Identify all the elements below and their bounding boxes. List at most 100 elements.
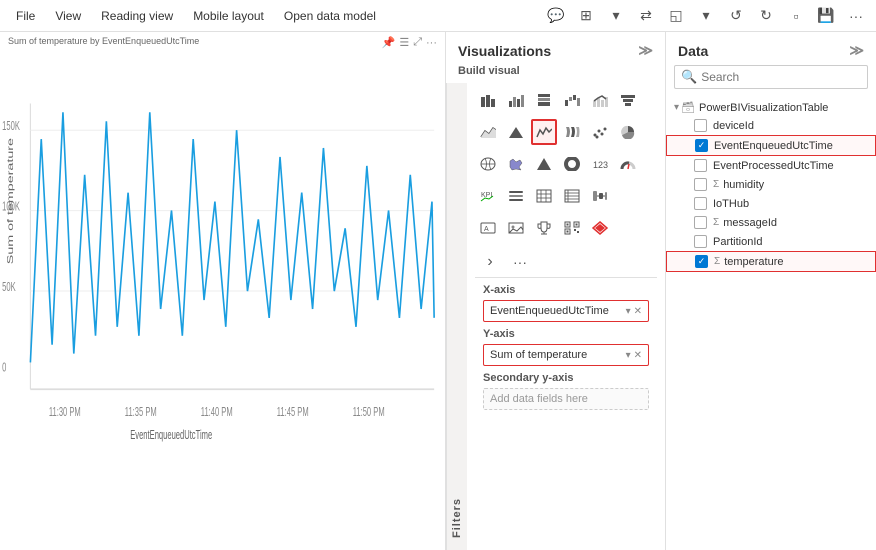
more-chart-icon[interactable]: ··· [426, 37, 437, 49]
secondary-yaxis-placeholder[interactable]: Add data fields here [483, 388, 649, 410]
stacked-col-icon[interactable] [531, 87, 557, 113]
yaxis-field-value: Sum of temperature [490, 349, 626, 361]
viz-panel: Visualizations ≫ Build visual Filters [446, 32, 666, 550]
data-search-box[interactable]: 🔍 [674, 65, 868, 89]
field-PartitionId[interactable]: PartitionId [666, 232, 876, 251]
svg-text:11:50 PM: 11:50 PM [353, 406, 385, 419]
field-EventEnqueuedUtcTime-checkbox[interactable]: ✓ [695, 139, 708, 152]
line-chart-icon[interactable] [531, 119, 557, 145]
scatter-icon[interactable] [587, 119, 613, 145]
field-EventEnqueuedUtcTime[interactable]: ✓ EventEnqueuedUtcTime [666, 135, 876, 156]
field-messageId[interactable]: Σ messageId [666, 213, 876, 232]
undo-icon[interactable]: ↺ [724, 4, 748, 28]
chevron-icon[interactable]: ▾ [604, 4, 628, 28]
viz-subtitle: Build visual [446, 63, 665, 83]
chart-area: Sum of temperature by EventEnqueuedUtcTi… [0, 32, 446, 550]
field-deviceId[interactable]: deviceId [666, 116, 876, 135]
funnel-icon[interactable] [615, 87, 641, 113]
flow-icon[interactable] [587, 183, 613, 209]
textbox-icon[interactable]: A [475, 215, 501, 241]
field-PartitionId-label: PartitionId [713, 236, 763, 248]
area-chart-icon[interactable] [475, 119, 501, 145]
grid-icon[interactable]: ⊞ [574, 4, 598, 28]
donut-icon[interactable] [559, 151, 585, 177]
viz-content: 123 KPI [467, 83, 665, 550]
square-icon[interactable]: ▫ [784, 4, 808, 28]
ribbon-icon[interactable] [559, 119, 585, 145]
comment-icon[interactable]: 💬 [544, 4, 568, 28]
diamond-icon[interactable] [587, 215, 613, 241]
icon-grid-row1 [475, 87, 657, 113]
viz-title: Visualizations [458, 43, 551, 59]
mountain-icon[interactable] [503, 119, 529, 145]
table-icon[interactable] [531, 183, 557, 209]
matrix-icon[interactable] [559, 183, 585, 209]
ellipsis-icon[interactable]: ··· [507, 249, 533, 275]
map-icon[interactable] [475, 151, 501, 177]
filter-icon[interactable]: ☰ [399, 36, 409, 49]
svg-text:100K: 100K [2, 201, 20, 214]
waterfall-icon[interactable] [559, 87, 585, 113]
viz-inner: Filters [446, 83, 665, 550]
field-EventProcessedUtcTime-checkbox[interactable] [694, 159, 707, 172]
123-icon[interactable]: 123 [587, 151, 613, 177]
field-temperature[interactable]: ✓ Σ temperature [666, 251, 876, 272]
yaxis-field-box[interactable]: Sum of temperature ▾ ✕ [483, 344, 649, 366]
field-IoTHub[interactable]: IoTHub [666, 194, 876, 213]
expand-chart-icon[interactable]: ⤢ [413, 36, 422, 49]
save-icon[interactable]: 💾 [814, 4, 838, 28]
field-humidity-checkbox[interactable] [694, 178, 707, 191]
arrow-icon[interactable] [531, 151, 557, 177]
xaxis-field-box[interactable]: EventEnqueuedUtcTime ▾ ✕ [483, 300, 649, 322]
chevron2-icon[interactable]: ▾ [694, 4, 718, 28]
stacked-bar-icon[interactable] [475, 87, 501, 113]
search-input[interactable] [701, 70, 861, 84]
field-messageId-checkbox[interactable] [694, 216, 707, 229]
yaxis-chevron-icon[interactable]: ▾ [626, 350, 631, 361]
field-humidity[interactable]: Σ humidity [666, 175, 876, 194]
field-EventProcessedUtcTime-label: EventProcessedUtcTime [713, 160, 834, 172]
main-container: Sum of temperature by EventEnqueuedUtcTi… [0, 32, 876, 550]
field-IoTHub-checkbox[interactable] [694, 197, 707, 210]
menu-open-data-model[interactable]: Open data model [276, 5, 384, 27]
filled-map-icon[interactable] [503, 151, 529, 177]
sigma-temperature-icon: Σ [714, 256, 720, 267]
redo-icon[interactable]: ↻ [754, 4, 778, 28]
image-icon[interactable] [503, 215, 529, 241]
slicer-icon[interactable] [503, 183, 529, 209]
data-panel: Data ≫ 🔍 ▾ 🗃 PowerBIVisualizationTable d… [666, 32, 876, 550]
icon-grid-row3: 123 [475, 151, 657, 177]
chevron-more-icon[interactable]: › [477, 249, 503, 275]
line-bar-icon[interactable] [587, 87, 613, 113]
field-EventProcessedUtcTime[interactable]: EventProcessedUtcTime [666, 156, 876, 175]
menu-view[interactable]: View [47, 5, 89, 27]
swap-icon[interactable]: ⇄ [634, 4, 658, 28]
field-temperature-checkbox[interactable]: ✓ [695, 255, 708, 268]
icon-grid-row2 [475, 119, 657, 145]
menu-mobile-layout[interactable]: Mobile layout [185, 5, 272, 27]
kpi-icon[interactable]: KPI [475, 183, 501, 209]
pie-chart-icon[interactable] [615, 119, 641, 145]
data-title: Data [678, 43, 708, 59]
viz-expand-icon[interactable]: ≫ [638, 42, 653, 59]
more-icon[interactable]: ··· [844, 4, 868, 28]
pin-icon[interactable]: 📌 [382, 36, 396, 49]
menu-reading-view[interactable]: Reading view [93, 5, 181, 27]
tree-root-table[interactable]: ▾ 🗃 PowerBIVisualizationTable [666, 99, 876, 116]
xaxis-close-icon[interactable]: ✕ [634, 306, 642, 317]
qrcode-icon[interactable] [559, 215, 585, 241]
window-icon[interactable]: ◱ [664, 4, 688, 28]
gauge-icon[interactable] [615, 151, 641, 177]
sigma-humidity-icon: Σ [713, 179, 719, 190]
data-panel-header: Data ≫ [666, 32, 876, 65]
filters-tab[interactable]: Filters [446, 83, 467, 550]
field-deviceId-checkbox[interactable] [694, 119, 707, 132]
data-expand-icon[interactable]: ≫ [849, 42, 864, 59]
xaxis-chevron-icon[interactable]: ▾ [626, 306, 631, 317]
field-PartitionId-checkbox[interactable] [694, 235, 707, 248]
yaxis-close-icon[interactable]: ✕ [634, 350, 642, 361]
trophy-icon[interactable] [531, 215, 557, 241]
clustered-bar-icon[interactable] [503, 87, 529, 113]
menu-file[interactable]: File [8, 5, 43, 27]
svg-text:50K: 50K [2, 281, 16, 294]
